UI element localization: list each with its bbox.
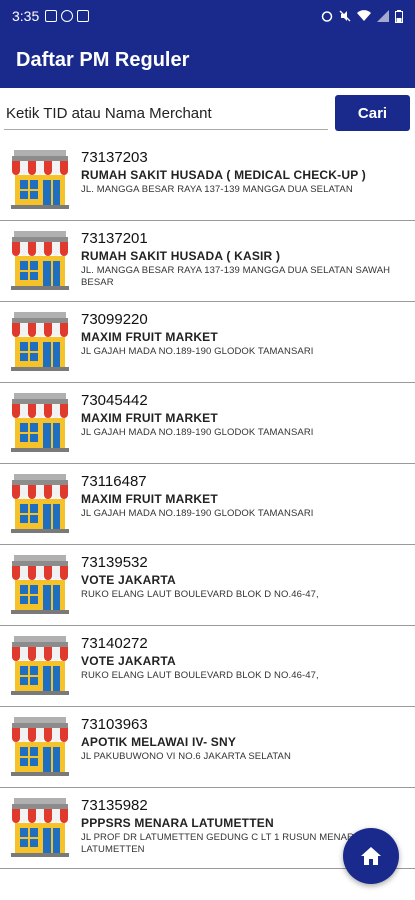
merchant-name: VOTE JAKARTA (81, 573, 176, 587)
merchant-address: JL GAJAH MADA NO.189-190 GLODOK TAMANSAR… (81, 346, 314, 357)
search-row: Cari (0, 88, 415, 140)
merchant-list[interactable]: 73137203 RUMAH SAKIT HUSADA ( MEDICAL CH… (0, 140, 415, 869)
merchant-address: JL. MANGGA BESAR RAYA 137-139 MANGGA DUA… (81, 265, 391, 288)
shop-icon (11, 555, 69, 614)
list-item[interactable]: 73116487 MAXIM FRUIT MARKET JL GAJAH MAD… (0, 464, 415, 545)
search-input[interactable] (4, 98, 328, 130)
mute-icon (339, 10, 351, 22)
page-title: Daftar PM Reguler (16, 48, 190, 71)
home-button[interactable] (343, 828, 399, 884)
shop-icon (11, 231, 69, 290)
shop-icon (11, 393, 69, 452)
merchant-address: RUKO ELANG LAUT BOULEVARD BLOK D NO.46-4… (81, 670, 319, 681)
battery-icon (395, 9, 403, 23)
list-item[interactable]: 73103963 APOTIK MELAWAI IV- SNY JL PAKUB… (0, 707, 415, 788)
merchant-name: VOTE JAKARTA (81, 654, 176, 668)
merchant-name: MAXIM FRUIT MARKET (81, 411, 218, 425)
instagram-icon (77, 10, 90, 22)
merchant-address: JL GAJAH MADA NO.189-190 GLODOK TAMANSAR… (81, 508, 314, 519)
list-item[interactable]: 73099220 MAXIM FRUIT MARKET JL GAJAH MAD… (0, 302, 415, 383)
merchant-name: RUMAH SAKIT HUSADA ( MEDICAL CHECK-UP ) (81, 168, 366, 182)
merchant-address: JL PAKUBUWONO VI NO.6 JAKARTA SELATAN (81, 751, 291, 762)
signal-icon (377, 10, 389, 22)
merchant-name: PPPSRS MENARA LATUMETTEN (81, 816, 274, 830)
merchant-tid: 73140272 (81, 635, 148, 652)
merchant-tid: 73099220 (81, 311, 148, 328)
merchant-tid: 73135982 (81, 797, 148, 814)
status-bar: 3:35 (0, 0, 415, 32)
search-button[interactable]: Cari (335, 95, 410, 131)
alarm-icon (321, 11, 333, 22)
merchant-tid: 73116487 (81, 473, 147, 490)
merchant-tid: 73137201 (81, 230, 148, 247)
whatsapp-icon (61, 10, 74, 22)
list-item[interactable]: 73137203 RUMAH SAKIT HUSADA ( MEDICAL CH… (0, 140, 415, 221)
merchant-tid: 73045442 (81, 392, 148, 409)
merchant-name: MAXIM FRUIT MARKET (81, 330, 218, 344)
merchant-name: RUMAH SAKIT HUSADA ( KASIR ) (81, 249, 281, 263)
list-item[interactable]: 73139532 VOTE JAKARTA RUKO ELANG LAUT BO… (0, 545, 415, 626)
wifi-icon (357, 10, 371, 21)
home-icon (361, 847, 381, 865)
merchant-address: JL GAJAH MADA NO.189-190 GLODOK TAMANSAR… (81, 427, 314, 438)
merchant-tid: 73103963 (81, 716, 148, 733)
merchant-address: JL. MANGGA BESAR RAYA 137-139 MANGGA DUA… (81, 184, 353, 195)
merchant-tid: 73137203 (81, 149, 148, 166)
merchant-tid: 73139532 (81, 554, 148, 571)
shop-icon (11, 717, 69, 776)
shop-icon (11, 474, 69, 533)
app-bar: Daftar PM Reguler (0, 32, 415, 88)
merchant-address: RUKO ELANG LAUT BOULEVARD BLOK D NO.46-4… (81, 589, 319, 600)
shop-icon (11, 312, 69, 371)
shop-icon (11, 636, 69, 695)
merchant-name: MAXIM FRUIT MARKET (81, 492, 218, 506)
list-item[interactable]: 73140272 VOTE JAKARTA RUKO ELANG LAUT BO… (0, 626, 415, 707)
gallery-icon (45, 10, 58, 22)
list-item[interactable]: 73045442 MAXIM FRUIT MARKET JL GAJAH MAD… (0, 383, 415, 464)
status-time: 3:35 (12, 8, 40, 24)
list-item[interactable]: 73137201 RUMAH SAKIT HUSADA ( KASIR ) JL… (0, 221, 415, 302)
shop-icon (11, 150, 69, 209)
shop-icon (11, 798, 69, 857)
system-icons (321, 9, 403, 23)
notification-icons (45, 10, 90, 22)
merchant-name: APOTIK MELAWAI IV- SNY (81, 735, 237, 749)
